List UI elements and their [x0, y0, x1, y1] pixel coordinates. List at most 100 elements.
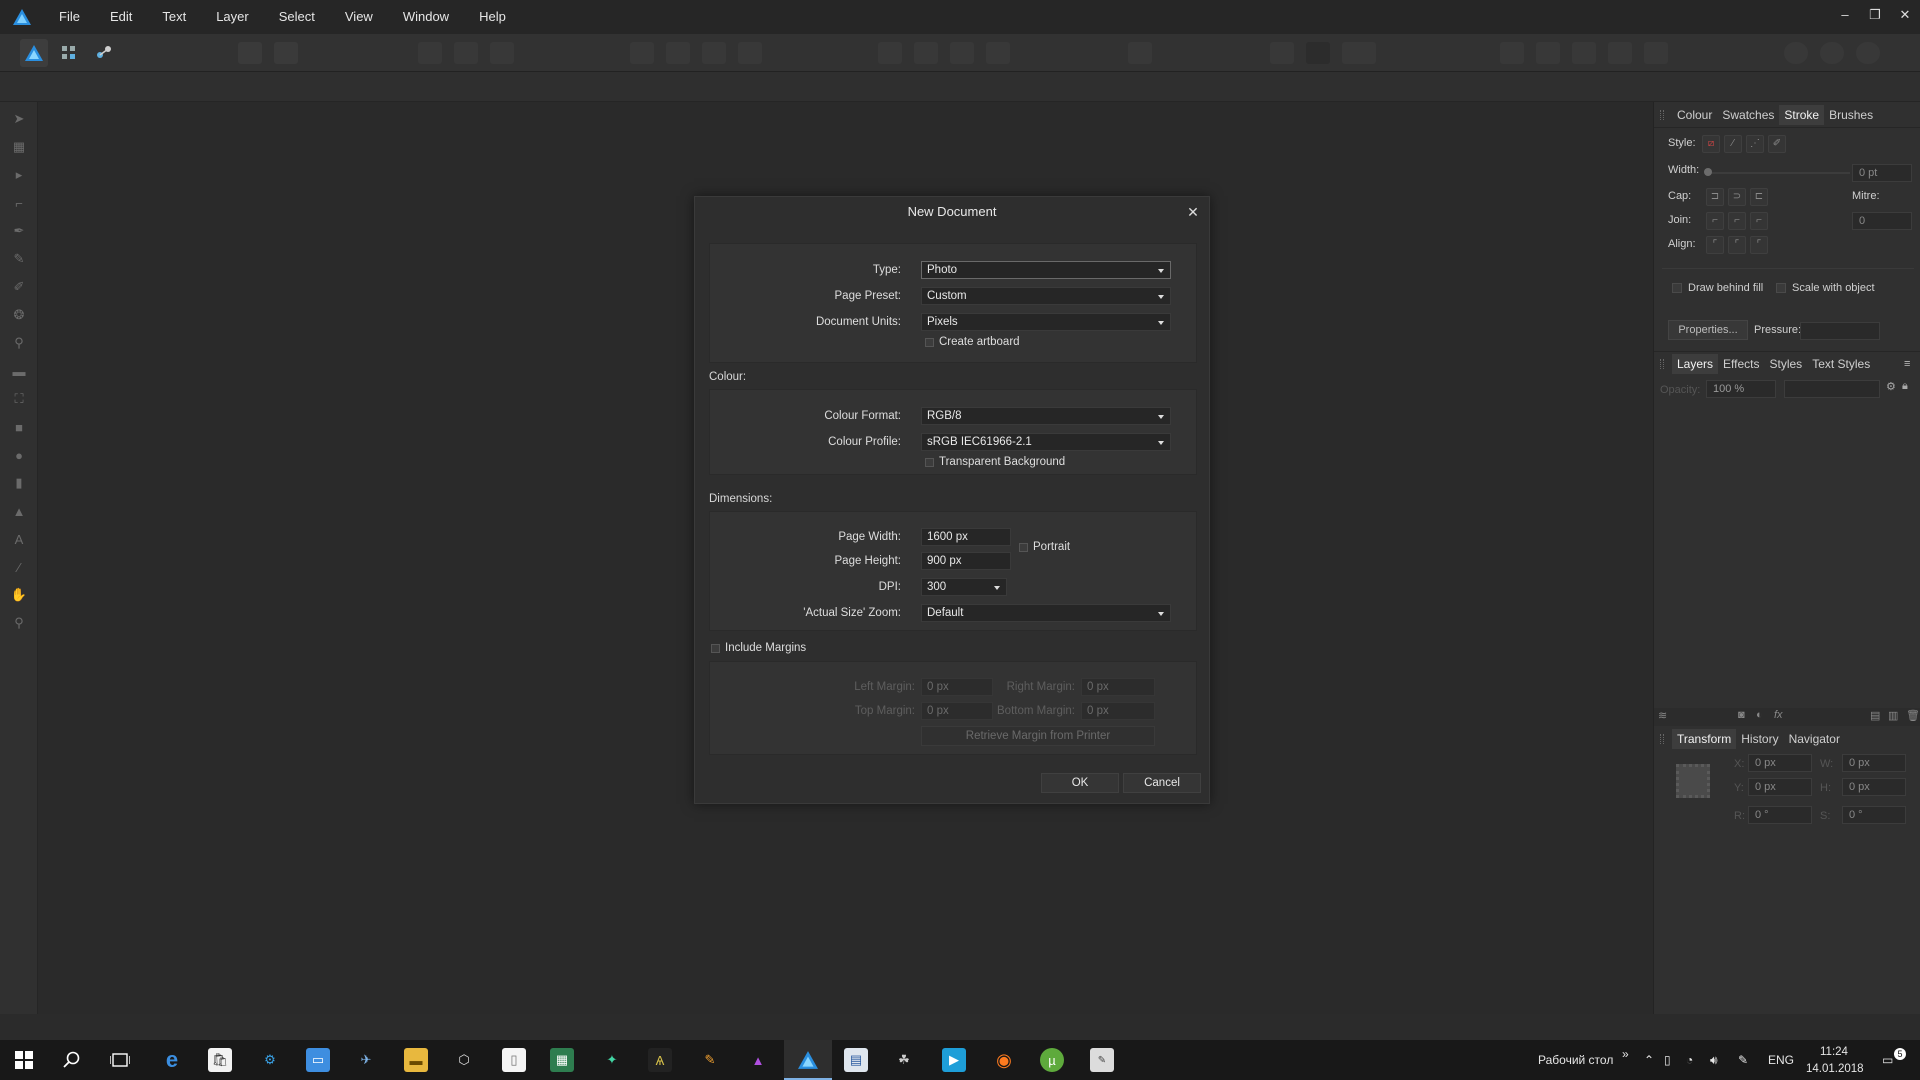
create-artboard-checkbox[interactable] — [925, 338, 934, 347]
rotation-field[interactable]: 0 ° — [1748, 806, 1812, 824]
duplicate-layer-icon[interactable]: ▥ — [1888, 709, 1898, 722]
paint-brush-tool-icon[interactable]: ⚲ — [11, 335, 27, 350]
toolbar-button[interactable] — [490, 42, 514, 64]
bevel-join-icon[interactable]: ⌐ — [1750, 212, 1768, 230]
width-slider-handle[interactable] — [1704, 168, 1712, 176]
toolbar-button[interactable] — [418, 42, 442, 64]
type-select[interactable]: Photo — [921, 261, 1171, 279]
anchor-selector-icon[interactable] — [1676, 764, 1710, 798]
store-icon[interactable]: 🛍︎ — [208, 1048, 232, 1072]
affinity-photo-taskbar-icon[interactable] — [796, 1048, 820, 1072]
notepad-app-icon[interactable]: ✎ — [1090, 1048, 1114, 1072]
3d-viewer-icon[interactable]: ⬡ — [452, 1048, 476, 1072]
tab-layers[interactable]: Layers — [1672, 354, 1719, 374]
page-preset-select[interactable]: Custom — [921, 287, 1171, 305]
affinity-designer-icon[interactable]: ▲ — [746, 1048, 770, 1072]
usb-icon[interactable]: ▯ — [1664, 1040, 1671, 1080]
page-width-input[interactable]: 1600 px — [921, 528, 1011, 546]
close-window-button[interactable]: ✕ — [1890, 0, 1920, 30]
paint-app-icon[interactable]: ▤ — [844, 1048, 868, 1072]
windows-start-icon[interactable] — [12, 1048, 36, 1072]
delete-layer-icon[interactable]: 🗑︎ — [1906, 709, 1920, 722]
rounded-rect-tool-icon[interactable]: ▮ — [11, 475, 27, 490]
mask-icon[interactable]: ◙ — [1738, 709, 1745, 721]
include-margins-checkbox[interactable] — [711, 644, 720, 653]
affinity-photo-logo[interactable] — [0, 0, 44, 34]
texture-line-style-icon[interactable]: ✐ — [1768, 135, 1786, 153]
align-inside-icon[interactable]: ⌜ — [1706, 236, 1724, 254]
document-app-icon[interactable]: ▯ — [502, 1048, 526, 1072]
pen-workspace-icon[interactable]: ✎ — [1738, 1040, 1748, 1080]
toolbar-button[interactable] — [1128, 42, 1152, 64]
dashed-line-style-icon[interactable]: ⋰ — [1746, 135, 1764, 153]
layer-settings-icon[interactable]: ⚙ — [1886, 380, 1896, 393]
scale-with-object-checkbox[interactable] — [1776, 283, 1786, 293]
toolbar-button[interactable] — [1784, 42, 1808, 64]
lock-icon[interactable]: 🔒︎ — [1902, 380, 1908, 393]
ellipse-tool-icon[interactable]: ● — [11, 448, 27, 463]
y-field[interactable]: 0 px — [1748, 778, 1812, 796]
toolbar-button[interactable] — [238, 42, 262, 64]
menu-file[interactable]: File — [44, 0, 95, 34]
toolbar-button[interactable] — [738, 42, 762, 64]
panel-grip-icon[interactable] — [1660, 359, 1664, 369]
opacity-field[interactable]: 100 % — [1706, 380, 1776, 398]
toolbar-button[interactable] — [1536, 42, 1560, 64]
square-cap-icon[interactable]: ⊏ — [1750, 188, 1768, 206]
layer-stack-icon[interactable]: ≋ — [1658, 709, 1667, 722]
game-app-icon[interactable]: ☘ — [892, 1048, 916, 1072]
toolbar-button[interactable] — [1608, 42, 1632, 64]
width-slider[interactable] — [1706, 172, 1850, 174]
page-height-input[interactable]: 900 px — [921, 552, 1011, 570]
right-margin-input[interactable]: 0 px — [1081, 678, 1155, 696]
pixel-tool-icon[interactable]: ❂ — [11, 307, 27, 322]
clock-date[interactable]: 14.01.2018 — [1806, 1049, 1864, 1080]
menu-help[interactable]: Help — [464, 0, 521, 34]
wifi-icon[interactable]: ◔ — [1686, 1040, 1693, 1080]
green-app-icon[interactable]: ✦ — [600, 1048, 624, 1072]
properties-button[interactable]: Properties... — [1668, 320, 1748, 340]
toolbar-button[interactable] — [702, 42, 726, 64]
bottom-margin-input[interactable]: 0 px — [1081, 702, 1155, 720]
color-picker-tool-icon[interactable]: ⁄ — [11, 560, 27, 575]
tab-swatches[interactable]: Swatches — [1717, 105, 1779, 125]
toolbar-button[interactable] — [914, 42, 938, 64]
draw-behind-fill-checkbox[interactable] — [1672, 283, 1682, 293]
w-field[interactable]: 0 px — [1842, 754, 1906, 772]
pressure-field[interactable] — [1800, 322, 1880, 340]
colour-profile-select[interactable]: sRGB IEC61966-2.1 — [921, 433, 1171, 451]
mitre-field[interactable]: 0 — [1852, 212, 1912, 230]
notification-center-icon[interactable]: ▭ — [1882, 1040, 1893, 1080]
toolbar-button[interactable] — [454, 42, 478, 64]
width-field[interactable]: 0 pt — [1852, 164, 1912, 182]
blend-mode-select[interactable] — [1784, 380, 1880, 398]
portrait-checkbox[interactable] — [1019, 543, 1028, 552]
add-layer-icon[interactable]: ▤ — [1870, 709, 1880, 722]
brush-tool-icon[interactable]: ✐ — [11, 279, 27, 294]
tab-styles[interactable]: Styles — [1765, 354, 1808, 374]
adjustment-icon[interactable]: ◐ — [1756, 709, 1763, 721]
tab-transform[interactable]: Transform — [1672, 729, 1737, 749]
tab-navigator[interactable]: Navigator — [1784, 729, 1845, 749]
fill-tool-icon[interactable]: ▬ — [11, 364, 27, 379]
language-indicator[interactable]: ENG — [1768, 1040, 1794, 1080]
tab-text-styles[interactable]: Text Styles — [1807, 354, 1875, 374]
toolbar-button[interactable] — [274, 42, 298, 64]
mitre-join-icon[interactable]: ⌐ — [1706, 212, 1724, 230]
liquify-persona-icon[interactable] — [55, 39, 83, 67]
menu-select[interactable]: Select — [264, 0, 330, 34]
document-units-select[interactable]: Pixels — [921, 313, 1171, 331]
toolbar-button[interactable] — [878, 42, 902, 64]
menu-view[interactable]: View — [330, 0, 388, 34]
volume-icon[interactable]: 🔊︎ — [1710, 1040, 1718, 1080]
menu-text[interactable]: Text — [147, 0, 201, 34]
pencil-app-icon[interactable]: ✎ — [698, 1048, 722, 1072]
menu-window[interactable]: Window — [388, 0, 464, 34]
colour-format-select[interactable]: RGB/8 — [921, 407, 1171, 425]
retrieve-margin-button[interactable]: Retrieve Margin from Printer — [921, 726, 1155, 746]
toolbar-button[interactable] — [1856, 42, 1880, 64]
dpi-select[interactable]: 300 — [921, 578, 1007, 596]
toolbar-dropdown[interactable] — [1342, 42, 1376, 64]
toolbar-button[interactable] — [1270, 42, 1294, 64]
search-icon[interactable] — [60, 1048, 84, 1072]
